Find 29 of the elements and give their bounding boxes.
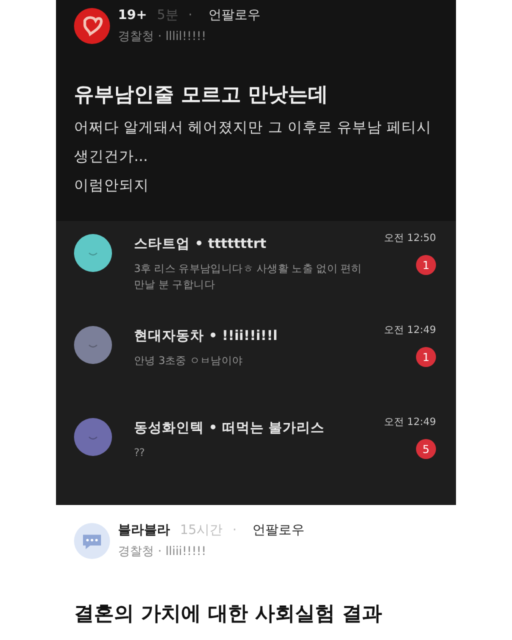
post-text: 어쩌다 알게돼서 헤어졌지만 그 이후로 유부남 페티시 — [74, 119, 433, 137]
unfollow-link[interactable]: 언팔로우 — [208, 6, 260, 24]
post-time: 5분 — [156, 7, 178, 24]
author-company: 경찰청 · lllil!!!!! — [118, 28, 208, 45]
sender-name: 현대자동차 • !!ii!!i!!l — [134, 327, 278, 345]
logo-icon — [74, 8, 110, 44]
author-name: 19+ — [118, 8, 147, 23]
message-preview: 안녕 3초중 ㅇㅂ남이야 — [134, 354, 244, 369]
message-preview: ?? — [134, 446, 146, 461]
post-text: 이럼안되지 — [74, 177, 150, 195]
unread-badge: 5 — [416, 439, 436, 459]
separator-dot: · — [232, 523, 237, 538]
chat-bubble-icon — [74, 522, 110, 558]
sender-name: 동성화인텍 • 떠먹는 불가리스 — [134, 419, 326, 437]
post-title: 유부남인줄 모르고 만낫는데 — [74, 81, 329, 108]
post-title: 결혼의 가치에 대한 사회실험 결과 — [74, 600, 383, 627]
message-time: 오전 12:50 — [384, 232, 436, 245]
message-time: 오전 12:49 — [384, 324, 436, 337]
unread-badge: 1 — [416, 255, 436, 275]
unfollow-link[interactable]: 언팔로우 — [252, 521, 305, 539]
author-name: 블라블라 — [118, 522, 170, 539]
message-time: 오전 12:49 — [384, 416, 436, 429]
author-company: 경찰청 · lliii!!!!! — [118, 543, 208, 560]
post-time: 15시간 — [180, 522, 223, 539]
post-text: 생긴건가... — [74, 148, 149, 166]
unread-badge: 1 — [416, 347, 436, 367]
separator-dot: · — [188, 8, 192, 23]
sender-name: 스타트업 • tttttttrt — [134, 235, 268, 253]
message-preview: 3후 리스 유부남입니다ㅎ 사생활 노출 없이 편히 만날 분 구합니다 — [134, 262, 362, 294]
